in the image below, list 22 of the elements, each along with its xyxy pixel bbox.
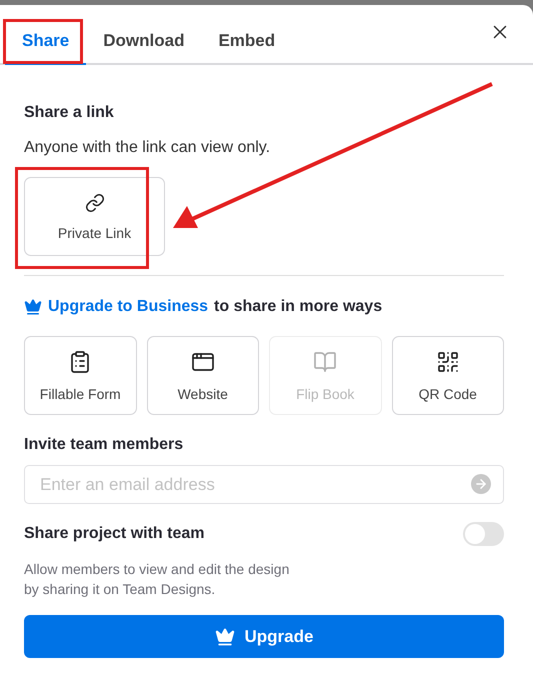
tab[interactable]: Share	[5, 5, 86, 65]
team-share-description: Allow members to view and edit the design by sharing it on Team Designs.	[24, 560, 290, 599]
link-description: Anyone with the link can view only.	[24, 139, 272, 157]
private-link-button[interactable]: Private Link	[24, 177, 165, 256]
share-option-button[interactable]: QR Code	[392, 336, 504, 415]
crown-icon	[214, 626, 235, 646]
team-share-toggle[interactable]	[463, 522, 504, 546]
crown-icon	[24, 298, 42, 316]
tab[interactable]: Download	[86, 5, 202, 65]
upgrade-button[interactable]: Upgrade	[24, 615, 504, 658]
email-input-field[interactable]: Enter an email address	[24, 465, 504, 504]
share-option-button[interactable]: Website	[146, 336, 259, 415]
book-icon	[313, 350, 338, 374]
upgrade-link[interactable]: Upgrade to Business	[48, 298, 208, 316]
section-heading: Invite team members	[24, 436, 184, 454]
section-heading: Share a link	[24, 104, 115, 122]
upgrade-note: to share in more ways	[214, 298, 382, 316]
link-icon	[84, 192, 104, 212]
tab[interactable]: Embed	[201, 5, 292, 65]
share-option-button[interactable]: Fillable Form	[24, 336, 136, 415]
team-share-label: Share project with team	[24, 525, 204, 543]
qr-code-icon	[436, 350, 460, 374]
